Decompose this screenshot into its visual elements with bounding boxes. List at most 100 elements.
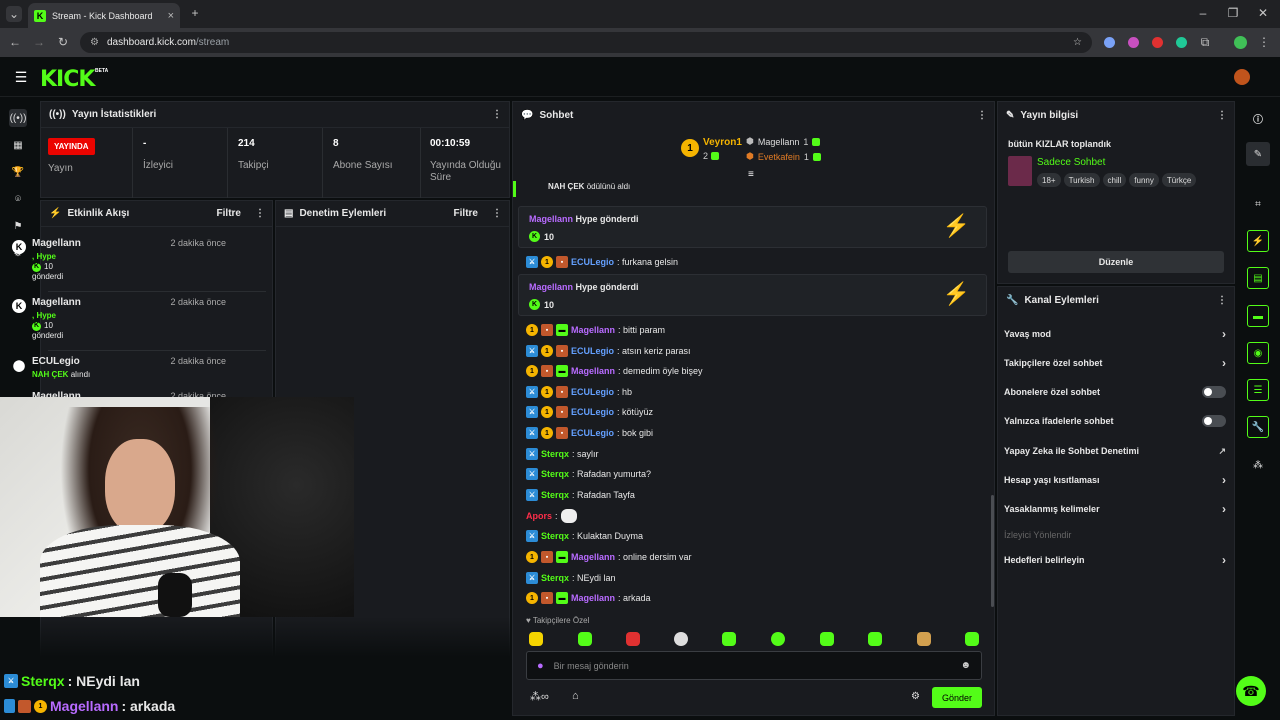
edit-button[interactable]: Düzenle (1008, 251, 1224, 273)
leaderboard-third-name[interactable]: Evetkafein (758, 152, 800, 162)
emote-icon[interactable] (578, 632, 592, 646)
chat-widget-icon[interactable]: ▬ (1247, 305, 1269, 327)
edit-pencil-icon[interactable]: ✎ (1246, 142, 1270, 166)
info-icon[interactable]: ⓘ (1249, 109, 1267, 127)
leaderboard-first-name[interactable]: Veyron1 (703, 137, 742, 148)
bolt-widget-icon[interactable]: ⚡ (1247, 230, 1269, 252)
chat-username[interactable]: Sterqx (541, 449, 569, 459)
tag[interactable]: Türkçe (1161, 173, 1197, 187)
more-options-icon[interactable]: ⋮ (1217, 295, 1227, 306)
close-tab-icon[interactable]: × (168, 10, 174, 22)
tag[interactable]: 18+ (1037, 173, 1061, 187)
chat-username[interactable]: ECULegio (571, 346, 614, 356)
hamburger-menu-icon[interactable]: ☰ (12, 69, 30, 85)
action-followers-only[interactable]: Takipçilere özel sohbet › (1004, 355, 1226, 371)
collapse-icon[interactable]: ≡ (748, 169, 754, 180)
stream-nav-icon[interactable]: ((•)) (9, 109, 27, 127)
hype-user[interactable]: Magellann (529, 214, 573, 224)
tag[interactable]: Turkish (1063, 173, 1100, 187)
analytics-nav-icon[interactable]: ▦ (9, 136, 27, 154)
extensions-puzzle-icon[interactable]: ⧉ (1198, 35, 1212, 49)
event-user[interactable]: Magellann (32, 297, 81, 308)
trophy-nav-icon[interactable]: 🏆 (9, 163, 27, 181)
category-thumbnail[interactable] (1008, 156, 1032, 186)
emote-icon[interactable] (965, 632, 979, 646)
emote-icon[interactable] (674, 632, 688, 646)
emote-icon[interactable] (529, 632, 543, 646)
wrench-widget-icon[interactable]: 🔧 (1247, 416, 1269, 438)
close-window-icon[interactable]: ✕ (1256, 6, 1270, 20)
chat-username[interactable]: Magellann (571, 552, 615, 562)
action-banned-words[interactable]: Yasaklanmış kelimeler › (1004, 501, 1226, 517)
profile-avatar[interactable] (1234, 36, 1247, 49)
url-field[interactable]: ⚙ dashboard.kick.com/stream ☆ (80, 32, 1092, 53)
chat-scrollbar[interactable] (991, 495, 994, 607)
chat-input[interactable]: ● Bir mesaj gönderin ☻ (526, 651, 982, 680)
tag[interactable]: funny (1129, 173, 1159, 187)
minimize-icon[interactable]: – (1196, 6, 1210, 20)
moderation-nav-icon[interactable]: ⌾ (9, 190, 27, 208)
extension-icon[interactable] (1152, 37, 1163, 48)
chat-username[interactable]: Magellann (571, 593, 615, 603)
new-tab-icon[interactable]: + (188, 6, 202, 20)
tag[interactable]: chill (1102, 173, 1127, 187)
browser-tab[interactable]: K Stream - Kick Dashboard × (28, 3, 180, 28)
microphone-icon[interactable]: ● (537, 660, 544, 672)
chat-username[interactable]: Sterqx (541, 531, 569, 541)
community-nav-icon[interactable]: ⚑ (9, 217, 27, 235)
screenshot-icon[interactable]: ⌗ (1249, 195, 1267, 213)
broadcast-widget-icon[interactable]: ◉ (1247, 342, 1269, 364)
emote-icon[interactable] (820, 632, 834, 646)
hype-user[interactable]: Magellann (529, 282, 573, 292)
chat-username[interactable]: ECULegio (571, 257, 614, 267)
chat-settings-icon[interactable]: ⚙ (911, 691, 920, 702)
chat-username[interactable]: Apors (526, 511, 552, 521)
stream-category[interactable]: Sadece Sohbet (1037, 157, 1105, 168)
leaderboard-second-name[interactable]: Magellann (758, 137, 800, 147)
layout-widget-icon[interactable]: ☰ (1247, 379, 1269, 401)
extension-icon[interactable] (1104, 37, 1115, 48)
emoji-icon[interactable]: ☻ (960, 660, 971, 671)
more-options-icon[interactable]: ⋮ (255, 208, 265, 219)
event-user[interactable]: ECULegio (32, 356, 80, 367)
reload-icon[interactable]: ↻ (56, 35, 70, 49)
emotes-only-toggle[interactable] (1202, 415, 1226, 427)
emote-icon[interactable] (868, 632, 882, 646)
emote-icon[interactable] (917, 632, 931, 646)
extension-icon[interactable] (1176, 37, 1187, 48)
activity-filter-button[interactable]: Filtre (217, 208, 241, 219)
chat-username[interactable]: Sterqx (541, 573, 569, 583)
chat-username[interactable]: ECULegio (571, 428, 614, 438)
dots-widget-icon[interactable]: ⁂ (1249, 456, 1267, 474)
back-icon[interactable]: ← (8, 35, 22, 49)
channel-points-icon[interactable]: ⁂∞ (530, 690, 549, 703)
extension-icon[interactable] (1128, 37, 1139, 48)
forward-icon[interactable]: → (32, 35, 46, 49)
chat-username[interactable]: Magellann (571, 366, 615, 376)
browser-menu-icon[interactable]: ⋮ (1258, 35, 1270, 49)
emote-icon[interactable] (722, 632, 736, 646)
store-icon[interactable]: ⌂ (572, 690, 579, 702)
maximize-icon[interactable]: ❐ (1226, 6, 1240, 20)
chat-username[interactable]: Sterqx (541, 469, 569, 479)
action-account-age[interactable]: Hesap yaşı kısıtlaması › (1004, 472, 1226, 488)
support-chat-icon[interactable]: ☎ (1236, 676, 1266, 706)
more-options-icon[interactable]: ⋮ (1217, 110, 1227, 121)
action-slow-mode[interactable]: Yavaş mod › (1004, 326, 1226, 342)
chat-username[interactable]: ECULegio (571, 407, 614, 417)
kick-logo[interactable]: KICK (40, 67, 95, 92)
event-user[interactable]: Magellann (32, 238, 81, 249)
chat-username[interactable]: Sterqx (541, 490, 569, 500)
site-info-icon[interactable]: ⚙ (90, 37, 99, 48)
emote-icon[interactable] (626, 632, 640, 646)
more-options-icon[interactable]: ⋮ (492, 208, 502, 219)
more-options-icon[interactable]: ⋮ (492, 109, 502, 120)
moderation-filter-button[interactable]: Filtre (454, 208, 478, 219)
more-options-icon[interactable]: ⋮ (977, 110, 987, 121)
send-button[interactable]: Gönder (932, 687, 982, 708)
document-widget-icon[interactable]: ▤ (1247, 267, 1269, 289)
action-goals[interactable]: Hedefleri belirleyin › (1004, 552, 1226, 568)
action-ai-moderation[interactable]: Yapay Zeka ile Sohbet Denetimi ↗ (1004, 443, 1226, 459)
subscribers-only-toggle[interactable] (1202, 386, 1226, 398)
user-avatar[interactable] (1234, 69, 1250, 85)
